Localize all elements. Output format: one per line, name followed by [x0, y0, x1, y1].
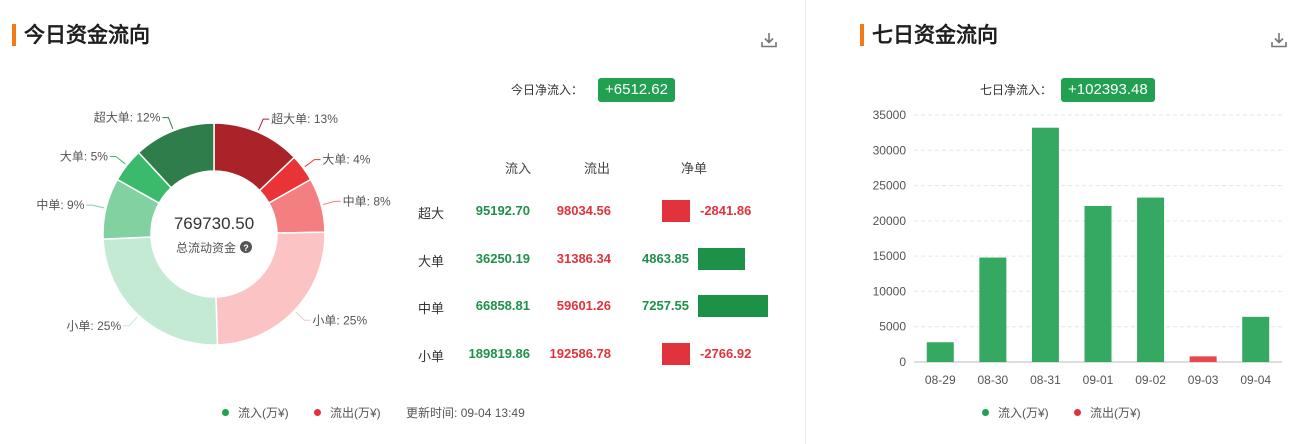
- flow-out-value: 98034.56: [556, 203, 611, 218]
- today-net-inflow-label: 今日净流入：: [511, 83, 584, 97]
- donut-label-line: [162, 117, 174, 129]
- donut-slice-label: 中单: 8%: [343, 193, 391, 208]
- donut-slice-label: 超大单: 12%: [94, 110, 161, 125]
- x-tick-label: 08-30: [978, 373, 1009, 387]
- donut-label-line: [295, 311, 311, 321]
- flow-in-value: 189819.86: [468, 346, 530, 361]
- flow-row-label: 大单: [418, 254, 445, 269]
- table-header-out: 流出: [584, 161, 611, 176]
- donut-slice-label: 小单: 25%: [66, 319, 121, 333]
- flow-row-label: 小单: [418, 349, 445, 364]
- y-tick-label: 25000: [873, 179, 907, 193]
- x-tick-label: 08-31: [1030, 373, 1061, 387]
- y-tick-label: 10000: [873, 284, 907, 298]
- y-tick-label: 30000: [873, 143, 907, 157]
- x-tick-label: 09-03: [1188, 373, 1219, 387]
- flow-row-label: 中单: [418, 301, 445, 316]
- today-flow-title: 今日资金流向: [24, 24, 150, 47]
- donut-label-line: [257, 118, 270, 131]
- flow-out-value: 192586.78: [549, 346, 611, 361]
- donut-slice-label: 大单: 4%: [322, 153, 370, 167]
- x-tick-label: 09-02: [1135, 373, 1166, 387]
- bar-09-03[interactable]: [1189, 356, 1217, 362]
- donut-slice-label: 大单: 5%: [60, 149, 108, 163]
- x-tick-label: 09-01: [1083, 373, 1114, 387]
- seven-day-net-inflow-badge: +102393.48: [1061, 78, 1155, 102]
- fund-flow-donut-chart: 超大单: 13% 大单: 4% 中单: 8% 小单: 25% 小单: 25% 中单: 9%…: [36, 110, 391, 346]
- donut-center-value: 769730.50: [174, 214, 254, 233]
- seven-day-flow-title: 七日资金流向: [872, 24, 998, 47]
- y-tick-label: 35000: [873, 108, 907, 122]
- net-flow-bar: [662, 343, 690, 365]
- table-header-net: 净单: [681, 161, 708, 176]
- x-tick-label: 08-29: [925, 373, 956, 387]
- legend-item-out[interactable]: 流出(万¥): [314, 406, 381, 420]
- legend-item-out[interactable]: 流出(万¥): [1074, 406, 1141, 420]
- today-legend: 流入(万¥) 流出(万¥) 更新时间: 09-04 13:49: [222, 405, 525, 421]
- y-tick-label: 0: [899, 355, 906, 369]
- flow-net-value: -2841.86: [700, 203, 752, 218]
- update-time: 更新时间: 09-04 13:49: [406, 406, 525, 420]
- bar-09-01[interactable]: [1084, 206, 1112, 362]
- y-tick-label: 20000: [873, 214, 907, 228]
- net-flow-bar: [662, 200, 690, 222]
- today-net-inflow-badge: +6512.62: [598, 78, 675, 102]
- donut-label-line: [123, 316, 138, 327]
- bar-08-31[interactable]: [1031, 127, 1059, 363]
- download-icon[interactable]: [759, 30, 779, 50]
- donut-slice-label: 小单: 25%: [312, 313, 367, 327]
- flow-in-value: 66858.81: [475, 298, 530, 313]
- bar-08-30[interactable]: [979, 257, 1007, 362]
- donut-label-line: [109, 155, 126, 165]
- x-tick-label: 09-04: [1240, 373, 1271, 387]
- flow-row-label: 超大: [418, 206, 445, 221]
- donut-label-line: [304, 159, 321, 168]
- legend-item-in[interactable]: 流入(万¥): [222, 406, 289, 420]
- panel-divider: [805, 0, 806, 444]
- donut-slice-label: 中单: 9%: [36, 197, 84, 212]
- bar-09-04[interactable]: [1242, 316, 1270, 362]
- table-header-in: 流入: [505, 161, 532, 176]
- flow-in-value: 36250.19: [475, 251, 530, 266]
- seven-day-legend: 流入(万¥) 流出(万¥): [982, 405, 1163, 421]
- flow-in-value: 95192.70: [475, 203, 530, 218]
- donut-center-label: 总流动资金: [176, 240, 236, 255]
- bar-08-29[interactable]: [926, 342, 954, 362]
- flow-net-value: 7257.55: [642, 298, 689, 313]
- donut-slice-label: 超大单: 13%: [271, 111, 338, 126]
- donut-label-line: [86, 204, 105, 209]
- seven-day-net-inflow-label: 七日净流入：: [980, 83, 1053, 97]
- flow-out-value: 31386.34: [556, 251, 611, 266]
- net-flow-bar: [698, 295, 768, 317]
- bar-09-02[interactable]: [1137, 197, 1165, 362]
- legend-item-in[interactable]: 流入(万¥): [982, 406, 1049, 420]
- help-icon[interactable]: ?: [240, 241, 252, 253]
- flow-net-value: -2766.92: [700, 346, 752, 361]
- today-fund-flow-panel: 今日资金流向 今日净流入： +6512.62 超大单: 13% 大单: 4% 中单:…: [0, 0, 805, 444]
- flow-out-value: 59601.26: [556, 298, 611, 313]
- title-accent-bar: [860, 24, 864, 46]
- net-flow-bar: [698, 248, 745, 270]
- flow-net-value: 4863.85: [642, 251, 689, 266]
- title-accent-bar: [12, 24, 16, 46]
- seven-day-bar-chart: 0 5000 10000 15000 20000 25000 30000 35000 08-2…: [873, 108, 1282, 387]
- download-icon[interactable]: [1269, 30, 1289, 50]
- seven-day-fund-flow-panel: 七日资金流向 七日净流入： +102393.48 0 5000 10000 15000…: [834, 0, 1304, 444]
- y-tick-label: 5000: [879, 320, 906, 334]
- y-tick-label: 15000: [873, 249, 907, 263]
- svg-text:?: ?: [243, 243, 249, 253]
- donut-label-line: [322, 200, 341, 205]
